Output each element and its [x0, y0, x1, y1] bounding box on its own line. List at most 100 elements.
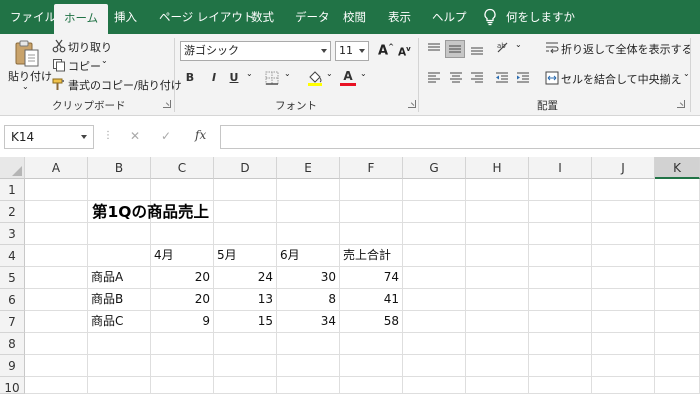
underline-button[interactable]: U: [226, 71, 242, 84]
align-left-icon[interactable]: [427, 72, 441, 84]
column-header-k[interactable]: K: [655, 157, 700, 179]
grid-cell[interactable]: [655, 267, 700, 289]
header-cell-d4[interactable]: 5月: [214, 245, 277, 267]
grow-font-button[interactable]: A^: [378, 43, 394, 58]
shrink-font-button[interactable]: Av: [398, 45, 411, 59]
grid-cell[interactable]: [655, 179, 700, 201]
grid-cell[interactable]: [529, 355, 592, 377]
grid-cell[interactable]: [466, 245, 529, 267]
grid-cell[interactable]: [25, 245, 88, 267]
name-box[interactable]: K14: [4, 125, 94, 149]
grid-cell[interactable]: [403, 201, 466, 223]
grid-cell[interactable]: [655, 201, 700, 223]
grid-cell[interactable]: [214, 355, 277, 377]
total-cell[interactable]: 41: [340, 289, 403, 311]
row-header-5[interactable]: 5: [0, 267, 25, 289]
grid-cell[interactable]: [655, 311, 700, 333]
header-cell-c4[interactable]: 4月: [151, 245, 214, 267]
tell-me-search[interactable]: 何をしますか: [506, 0, 575, 34]
column-header-e[interactable]: E: [277, 157, 340, 179]
row-header-6[interactable]: 6: [0, 289, 25, 311]
enter-entry-icon[interactable]: ✓: [161, 129, 171, 143]
total-cell[interactable]: 74: [340, 267, 403, 289]
grid-cell[interactable]: [214, 377, 277, 394]
grid-cell[interactable]: [25, 267, 88, 289]
grid-cell[interactable]: [466, 201, 529, 223]
font-launcher-icon[interactable]: [408, 100, 416, 108]
value-cell[interactable]: 13: [214, 289, 277, 311]
grid-cell[interactable]: [529, 311, 592, 333]
select-all-corner[interactable]: [0, 157, 25, 179]
fill-color-dropdown-chevron-icon[interactable]: ⌄: [326, 69, 333, 78]
grid-cell[interactable]: [403, 223, 466, 245]
tab-formulas[interactable]: 数式: [251, 0, 274, 34]
grid-cell[interactable]: [592, 355, 655, 377]
font-name-select[interactable]: 游ゴシック: [180, 41, 331, 61]
grid-cell[interactable]: [403, 333, 466, 355]
column-header-f[interactable]: F: [340, 157, 403, 179]
grid-cell[interactable]: [277, 377, 340, 394]
merge-dropdown-chevron-icon[interactable]: ⌄: [683, 69, 690, 78]
grid-cell[interactable]: [25, 311, 88, 333]
grid-cell[interactable]: [88, 245, 151, 267]
format-painter-button[interactable]: 書式のコピー/貼り付け: [68, 77, 182, 93]
grid-cell[interactable]: [466, 223, 529, 245]
grid-cell[interactable]: [529, 201, 592, 223]
borders-dropdown-chevron-icon[interactable]: ⌄: [284, 69, 291, 78]
column-header-d[interactable]: D: [214, 157, 277, 179]
product-name-cell[interactable]: 商品B: [88, 289, 151, 311]
grid-cell[interactable]: [277, 223, 340, 245]
grid-cell[interactable]: [340, 179, 403, 201]
underline-dropdown-chevron-icon[interactable]: ⌄: [246, 69, 253, 78]
row-header-1[interactable]: 1: [0, 179, 25, 201]
tab-view[interactable]: 表示: [388, 0, 411, 34]
grid-cell[interactable]: [466, 333, 529, 355]
italic-button[interactable]: I: [206, 71, 222, 84]
value-cell[interactable]: 34: [277, 311, 340, 333]
grid-cell[interactable]: [592, 311, 655, 333]
column-header-i[interactable]: I: [529, 157, 592, 179]
formula-bar-grip-icon[interactable]: ⋮: [103, 130, 113, 141]
value-cell[interactable]: 24: [214, 267, 277, 289]
tab-help[interactable]: ヘルプ: [432, 0, 467, 34]
paste-icon[interactable]: [12, 38, 42, 68]
clipboard-launcher-icon[interactable]: [163, 100, 171, 108]
grid-cell[interactable]: [340, 223, 403, 245]
value-cell[interactable]: 9: [151, 311, 214, 333]
font-color-dropdown-chevron-icon[interactable]: ⌄: [360, 69, 367, 78]
column-header-h[interactable]: H: [466, 157, 529, 179]
grid-cell[interactable]: [592, 179, 655, 201]
grid-cell[interactable]: [529, 223, 592, 245]
grid-cell[interactable]: [88, 333, 151, 355]
font-size-select[interactable]: 11: [335, 41, 369, 61]
row-header-7[interactable]: 7: [0, 311, 25, 333]
alignment-launcher-icon[interactable]: [677, 100, 685, 108]
grid-cell[interactable]: [592, 377, 655, 394]
grid-cell[interactable]: [655, 245, 700, 267]
sheet-title-cell[interactable]: 第1Qの商品売上: [88, 201, 278, 223]
value-cell[interactable]: 15: [214, 311, 277, 333]
cancel-entry-icon[interactable]: ✕: [130, 129, 140, 143]
product-name-cell[interactable]: 商品A: [88, 267, 151, 289]
increase-indent-icon[interactable]: [516, 72, 530, 84]
column-header-g[interactable]: G: [403, 157, 466, 179]
grid-cell[interactable]: [25, 289, 88, 311]
column-header-c[interactable]: C: [151, 157, 214, 179]
grid-cell[interactable]: [529, 377, 592, 394]
grid-cell[interactable]: [655, 223, 700, 245]
align-center-icon[interactable]: [449, 72, 463, 84]
value-cell[interactable]: 30: [277, 267, 340, 289]
grid-cell[interactable]: [340, 355, 403, 377]
grid-cell[interactable]: [466, 377, 529, 394]
align-right-icon[interactable]: [470, 72, 484, 84]
grid-cell[interactable]: [340, 377, 403, 394]
grid-cell[interactable]: [655, 333, 700, 355]
tab-data[interactable]: データ: [295, 0, 330, 34]
column-header-a[interactable]: A: [25, 157, 88, 179]
grid-cell[interactable]: [466, 311, 529, 333]
tab-insert[interactable]: 挿入: [114, 0, 137, 34]
product-name-cell[interactable]: 商品C: [88, 311, 151, 333]
grid-cell[interactable]: [466, 267, 529, 289]
orientation-dropdown-chevron-icon[interactable]: ⌄: [515, 40, 522, 49]
font-color-icon[interactable]: A: [340, 69, 356, 87]
